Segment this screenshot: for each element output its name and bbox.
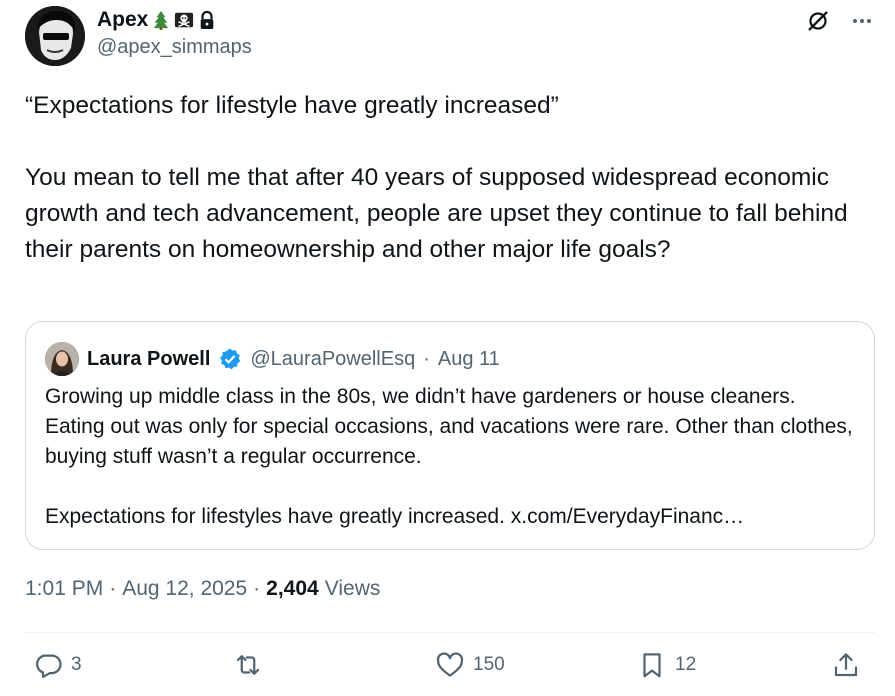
reply-button[interactable]: 3	[33, 650, 82, 680]
quoted-date[interactable]: Aug 11	[438, 348, 500, 371]
tweet-date[interactable]: Aug 12, 2025	[122, 577, 247, 601]
author-display-name[interactable]: Apex	[97, 8, 148, 32]
share-icon	[834, 653, 858, 677]
verified-icon	[218, 347, 242, 371]
views-label: Views	[324, 577, 381, 600]
reply-icon	[36, 654, 62, 678]
action-bar: 3 150 12	[25, 650, 870, 690]
more-icon[interactable]	[849, 8, 875, 34]
author-avatar[interactable]	[25, 6, 85, 66]
author-block: Apex @apex_simmaps	[97, 6, 252, 59]
reply-count: 3	[71, 654, 82, 675]
quoted-tweet-text: Growing up middle class in the 80s, we d…	[45, 385, 853, 528]
top-actions	[805, 8, 875, 34]
repost-button[interactable]	[233, 650, 271, 680]
name-row: Apex	[97, 6, 252, 34]
divider	[25, 632, 875, 633]
repost-icon	[236, 655, 260, 675]
tweet-time[interactable]: 1:01 PM	[25, 577, 103, 601]
skull-crossbones-flag-icon	[174, 9, 194, 31]
tweet-meta: 1:01 PM · Aug 12, 2025 · 2,404 Views	[25, 577, 380, 601]
share-button[interactable]	[831, 650, 861, 680]
bookmark-icon	[643, 653, 661, 678]
like-icon	[436, 652, 464, 677]
meta-separator: ·	[253, 577, 261, 600]
bookmark-count: 12	[675, 654, 697, 675]
meta-separator: ·	[109, 577, 117, 600]
tweet-text: “Expectations for lifestyle have greatly…	[25, 92, 848, 263]
like-count: 150	[473, 654, 505, 675]
quoted-author-avatar[interactable]	[45, 342, 79, 376]
quoted-tweet-card[interactable]: Laura Powell @LauraPowellEsq · Aug 11 Gr…	[25, 321, 875, 550]
quoted-separator: ·	[423, 347, 430, 370]
author-handle[interactable]: @apex_simmaps	[97, 36, 252, 59]
quoted-author-handle[interactable]: @LauraPowellEsq	[250, 348, 415, 371]
like-button[interactable]: 150	[435, 650, 505, 680]
views-count: 2,404	[266, 577, 319, 600]
pine-tree-icon	[151, 9, 171, 31]
bookmark-button[interactable]: 12	[637, 650, 696, 680]
lock-icon	[197, 9, 217, 31]
quoted-tweet-header: Laura Powell @LauraPowellEsq · Aug 11	[45, 342, 500, 376]
grok-icon[interactable]	[805, 8, 831, 34]
quoted-author-name[interactable]: Laura Powell	[87, 348, 210, 371]
